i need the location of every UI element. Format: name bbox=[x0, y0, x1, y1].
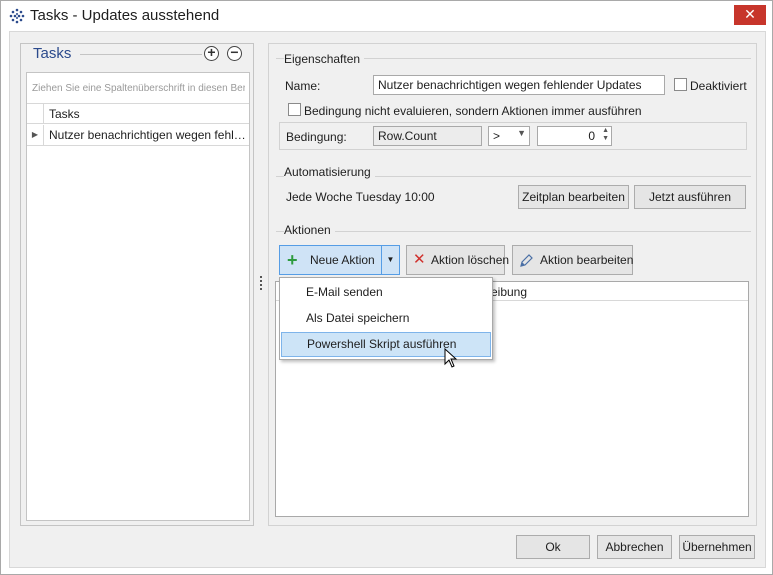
spinner-arrows-icon[interactable]: ▲ ▼ bbox=[602, 127, 609, 143]
deaktiviert-checkbox[interactable] bbox=[674, 78, 687, 91]
task-name-cell: Nutzer benachrichtigen wegen fehlender U… bbox=[49, 128, 247, 142]
title-bar[interactable]: Tasks - Updates ausstehend ✕ bbox=[1, 1, 772, 31]
value-spinner[interactable]: 0 ▲ ▼ bbox=[537, 126, 612, 146]
mouse-cursor-icon bbox=[444, 348, 458, 368]
neue-aktion-menu: E-Mail senden Als Datei speichern Powers… bbox=[279, 277, 493, 360]
tasks-grid[interactable]: Ziehen Sie eine Spaltenüberschrift in di… bbox=[26, 72, 250, 521]
dialog-window: Tasks - Updates ausstehend ✕ Tasks + − Z… bbox=[0, 0, 773, 575]
name-label: Name: bbox=[285, 79, 321, 93]
neue-aktion-dropdown-toggle[interactable]: ▼ bbox=[381, 245, 400, 275]
beschreibung-column-label: reibung bbox=[487, 285, 528, 299]
neue-aktion-label: Neue Aktion bbox=[310, 253, 375, 267]
remove-task-button[interactable]: − bbox=[227, 45, 242, 61]
menu-item-als-datei-speichern[interactable]: Als Datei speichern bbox=[280, 306, 492, 331]
value-spinner-value: 0 bbox=[588, 129, 595, 143]
row-indicator-header bbox=[27, 104, 44, 124]
aktion-bearbeiten-button[interactable]: Aktion bearbeiten bbox=[512, 245, 633, 275]
tasks-panel-title: Tasks bbox=[33, 45, 72, 62]
ok-button[interactable]: Ok bbox=[516, 535, 590, 559]
bedingung-label: Bedingung: bbox=[286, 130, 347, 144]
window-title: Tasks - Updates ausstehend bbox=[30, 7, 220, 24]
jetzt-ausfuehren-button[interactable]: Jetzt ausführen bbox=[634, 185, 746, 209]
delete-x-icon: ✕ bbox=[413, 251, 426, 268]
name-field[interactable]: Nutzer benachrichtigen wegen fehlender U… bbox=[373, 75, 665, 95]
aktion-loeschen-label: Aktion löschen bbox=[431, 253, 510, 267]
table-row[interactable]: ▶ Nutzer benachrichtigen wegen fehlender… bbox=[27, 125, 249, 146]
tasks-title-divider bbox=[80, 54, 202, 55]
neue-aktion-button[interactable]: + Neue Aktion bbox=[279, 245, 382, 275]
aktion-bearbeiten-label: Aktion bearbeiten bbox=[540, 253, 634, 267]
bedingung-ignore-checkbox[interactable] bbox=[288, 103, 301, 116]
aktionen-divider bbox=[276, 231, 751, 232]
pencil-icon bbox=[520, 254, 533, 267]
automatisierung-title: Automatisierung bbox=[284, 165, 375, 179]
aktion-loeschen-button[interactable]: ✕ Aktion löschen bbox=[406, 245, 509, 275]
group-by-hint: Ziehen Sie eine Spaltenüberschrift in di… bbox=[32, 83, 245, 94]
uebernehmen-button[interactable]: Übernehmen bbox=[679, 535, 755, 559]
close-button[interactable]: ✕ bbox=[734, 5, 766, 25]
deaktiviert-label: Deaktiviert bbox=[690, 79, 747, 93]
bedingung-field[interactable]: Row.Count bbox=[373, 126, 482, 146]
plus-icon: + bbox=[287, 250, 298, 270]
chevron-down-icon: ▼ bbox=[517, 128, 526, 138]
row-expand-icon[interactable]: ▶ bbox=[27, 125, 44, 145]
eigenschaften-title: Eigenschaften bbox=[284, 52, 365, 66]
operator-value: > bbox=[493, 129, 501, 143]
app-logo-icon bbox=[9, 8, 25, 24]
aktionen-title: Aktionen bbox=[284, 223, 335, 237]
menu-item-powershell-skript[interactable]: Powershell Skript ausführen bbox=[281, 332, 491, 357]
bedingung-ignore-label: Bedingung nicht evaluieren, sondern Akti… bbox=[304, 104, 642, 118]
operator-select[interactable]: > ▼ bbox=[488, 126, 530, 146]
tasks-column-label: Tasks bbox=[49, 107, 80, 121]
panel-splitter[interactable] bbox=[260, 276, 263, 292]
add-task-button[interactable]: + bbox=[204, 45, 219, 61]
abbrechen-button[interactable]: Abbrechen bbox=[597, 535, 672, 559]
menu-item-email-senden[interactable]: E-Mail senden bbox=[280, 280, 492, 305]
chevron-down-icon: ▼ bbox=[386, 255, 395, 264]
zeitplan-bearbeiten-button[interactable]: Zeitplan bearbeiten bbox=[518, 185, 629, 209]
schedule-text: Jede Woche Tuesday 10:00 bbox=[286, 190, 435, 204]
tasks-column-header[interactable]: Tasks bbox=[27, 104, 249, 124]
